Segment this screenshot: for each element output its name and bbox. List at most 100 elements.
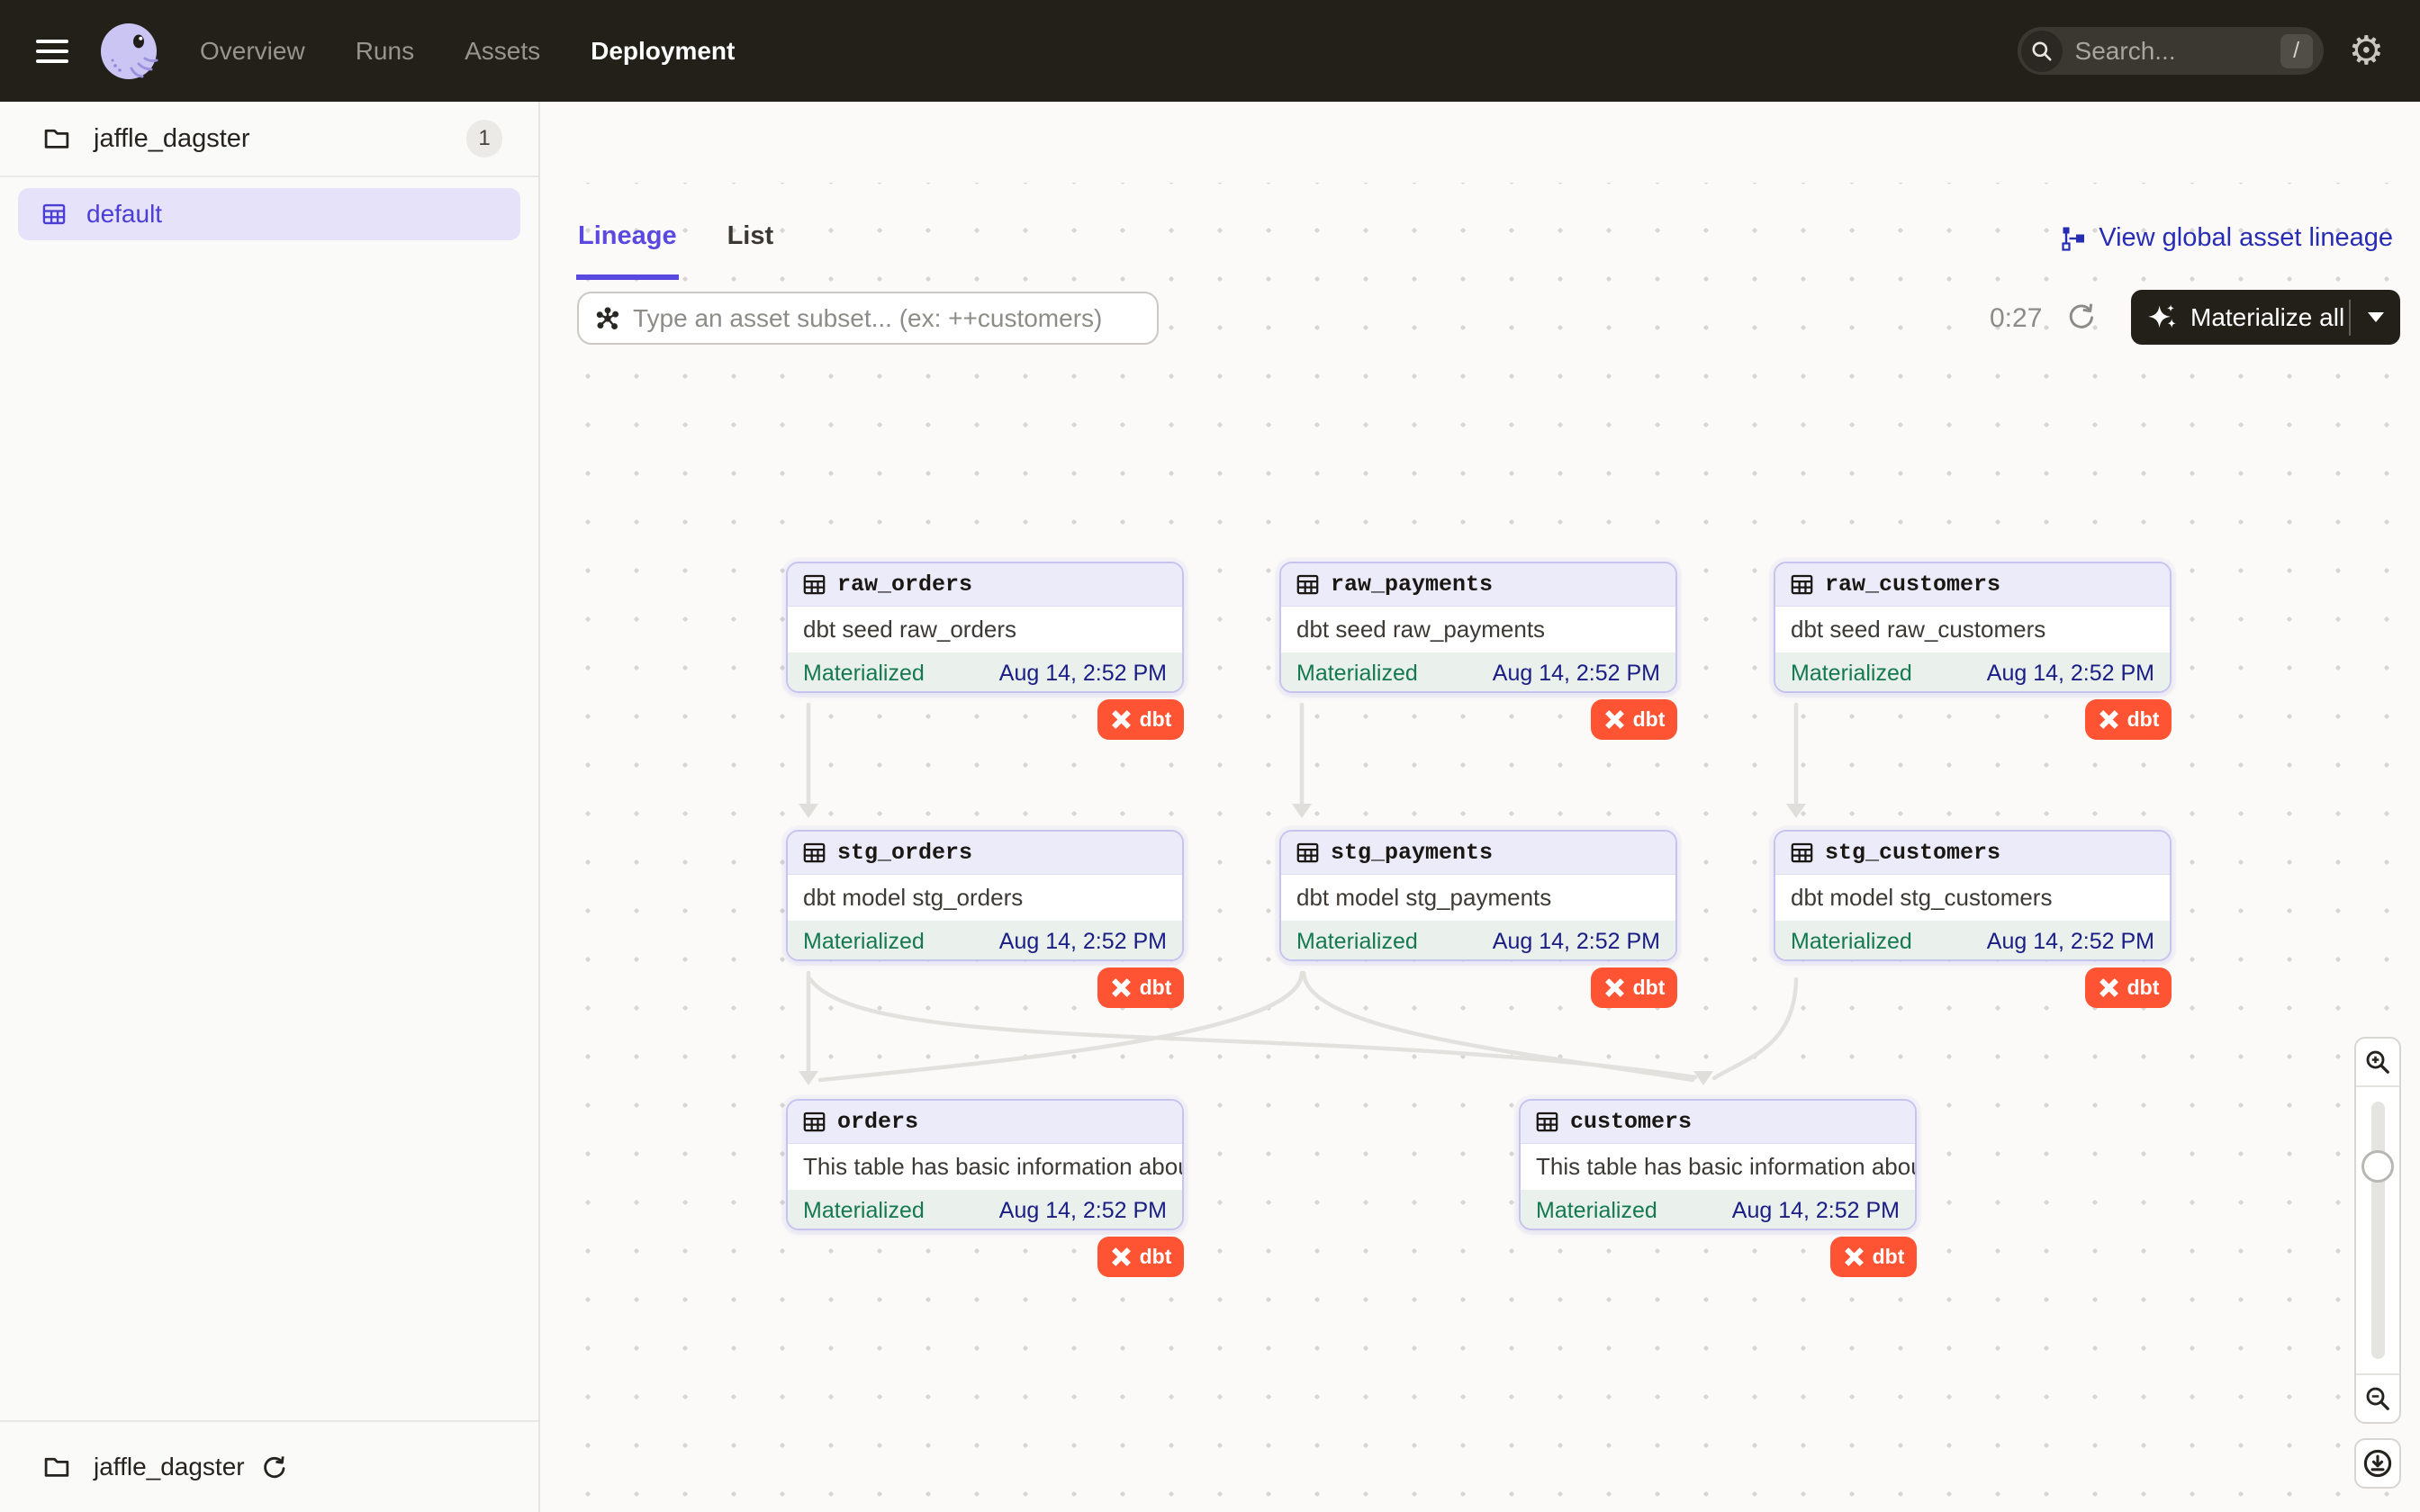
asset-node-header: stg_payments	[1281, 832, 1675, 875]
asset-node-orders[interactable]: orders This table has basic information …	[786, 1099, 1184, 1230]
materialized-timestamp[interactable]: Aug 14, 2:52 PM	[1493, 661, 1660, 687]
table-icon	[802, 572, 826, 597]
asset-name: raw_customers	[1825, 572, 2000, 598]
dbt-badge-label: dbt	[1873, 1245, 1905, 1269]
sidebar: jaffle_dagster 1 default jaffle_dagster	[0, 102, 540, 1512]
dbt-badge-stg_customers[interactable]: dbt	[2085, 968, 2172, 1008]
dbt-badge-raw_orders[interactable]: dbt	[1097, 699, 1184, 740]
sidebar-group-label: jaffle_dagster	[94, 124, 250, 154]
asset-node-header: orders	[788, 1101, 1182, 1144]
asset-node-stg_customers[interactable]: stg_customers dbt model stg_customers Ma…	[1774, 830, 2172, 961]
materialized-timestamp[interactable]: Aug 14, 2:52 PM	[1987, 661, 2154, 687]
sidebar-group-jaffle-dagster[interactable]: jaffle_dagster 1	[0, 102, 538, 177]
dbt-badge-raw_payments[interactable]: dbt	[1591, 699, 1677, 740]
sparkles-icon	[2147, 302, 2178, 333]
sidebar-item-label: default	[86, 200, 162, 229]
sidebar-items: default	[0, 188, 538, 240]
asset-node-footer: Materialized Aug 14, 2:52 PM	[788, 921, 1182, 961]
asset-description: dbt model stg_payments	[1281, 875, 1675, 921]
table-icon	[1535, 1110, 1559, 1134]
asset-name: customers	[1570, 1109, 1692, 1135]
hamburger-menu-icon[interactable]	[36, 33, 76, 69]
gear-icon[interactable]: ⚙	[2349, 32, 2384, 71]
asset-node-raw_customers[interactable]: raw_customers dbt seed raw_customers Mat…	[1774, 562, 2172, 693]
dbt-badge-raw_customers[interactable]: dbt	[2085, 699, 2172, 740]
dagster-logo-icon[interactable]	[99, 22, 158, 81]
table-icon	[1296, 572, 1320, 597]
tab-list[interactable]: List	[726, 216, 776, 280]
dbt-logo-icon	[2098, 976, 2120, 999]
dbt-badge-stg_orders[interactable]: dbt	[1097, 968, 1184, 1008]
materialized-status: Materialized	[803, 929, 925, 955]
asset-subset-input[interactable]	[633, 304, 1141, 333]
zoom-slider-handle[interactable]	[2361, 1150, 2394, 1183]
asset-node-header: stg_customers	[1775, 832, 2170, 875]
dbt-badge-label: dbt	[2127, 707, 2160, 732]
folder-icon	[43, 125, 70, 152]
materialized-timestamp[interactable]: Aug 14, 2:52 PM	[999, 1198, 1167, 1224]
table-icon	[1790, 841, 1814, 865]
dbt-badge-stg_payments[interactable]: dbt	[1591, 968, 1677, 1008]
table-icon	[802, 1110, 826, 1134]
search-icon	[2021, 31, 2063, 72]
materialized-status: Materialized	[1536, 1198, 1657, 1224]
nav-item-deployment[interactable]: Deployment	[591, 37, 735, 66]
view-global-asset-lineage-link[interactable]: View global asset lineage	[2061, 223, 2393, 253]
asset-node-header: customers	[1521, 1101, 1915, 1144]
chevron-down-icon	[2368, 312, 2384, 322]
zoom-slider-track[interactable]	[2371, 1102, 2385, 1359]
nav-right: Search... / ⚙	[2018, 27, 2420, 75]
asset-subset-filter[interactable]	[577, 292, 1159, 345]
table-icon	[1790, 572, 1814, 597]
table-icon	[1296, 841, 1320, 865]
lineage-icon	[2061, 225, 2088, 252]
materialized-timestamp[interactable]: Aug 14, 2:52 PM	[1987, 929, 2154, 955]
materialized-timestamp[interactable]: Aug 14, 2:52 PM	[1493, 929, 1660, 955]
asset-graph-filter-icon	[595, 306, 620, 331]
asset-name: stg_orders	[837, 840, 972, 866]
asset-node-stg_payments[interactable]: stg_payments dbt model stg_payments Mate…	[1279, 830, 1677, 961]
dbt-logo-icon	[1110, 708, 1133, 731]
asset-node-header: raw_payments	[1281, 563, 1675, 607]
dagster-app: Overview Runs Assets Deployment Search... /…	[0, 0, 2420, 1512]
asset-name: stg_payments	[1331, 840, 1493, 866]
materialized-timestamp[interactable]: Aug 14, 2:52 PM	[1732, 1198, 1900, 1224]
tab-lineage[interactable]: Lineage	[576, 216, 679, 280]
asset-node-footer: Materialized Aug 14, 2:52 PM	[1281, 921, 1675, 961]
materialized-timestamp[interactable]: Aug 14, 2:52 PM	[999, 661, 1167, 687]
zoom-controls	[2354, 1037, 2401, 1424]
refresh-icon[interactable]	[261, 1454, 286, 1480]
zoom-out-button[interactable]	[2356, 1375, 2399, 1422]
zoom-slider[interactable]	[2356, 1085, 2399, 1375]
asset-node-customers[interactable]: customers This table has basic informati…	[1519, 1099, 1917, 1230]
dbt-badge-customers[interactable]: dbt	[1830, 1237, 1917, 1277]
asset-node-stg_orders[interactable]: stg_orders dbt model stg_orders Material…	[786, 830, 1184, 961]
asset-node-raw_orders[interactable]: raw_orders dbt seed raw_orders Materiali…	[786, 562, 1184, 693]
nav-item-assets[interactable]: Assets	[465, 37, 540, 66]
materialized-status: Materialized	[1791, 661, 1912, 687]
zoom-in-button[interactable]	[2356, 1039, 2399, 1085]
lineage-canvas[interactable]: raw_orders dbt seed raw_orders Materiali…	[542, 102, 2420, 1512]
folder-icon	[43, 1454, 70, 1480]
asset-description: This table has basic information about .…	[1521, 1144, 1915, 1190]
materialized-status: Materialized	[803, 661, 925, 687]
dbt-logo-icon	[1603, 708, 1626, 731]
refresh-icon[interactable]	[2066, 302, 2095, 330]
asset-description: dbt seed raw_orders	[788, 607, 1182, 652]
search-input[interactable]: Search... /	[2018, 27, 2324, 75]
dbt-logo-icon	[1110, 1246, 1133, 1268]
asset-description: dbt seed raw_payments	[1281, 607, 1675, 652]
download-image-button[interactable]	[2354, 1438, 2401, 1489]
materialized-timestamp[interactable]: Aug 14, 2:52 PM	[999, 929, 1167, 955]
nav-item-runs[interactable]: Runs	[356, 37, 414, 66]
dbt-badge-orders[interactable]: dbt	[1097, 1237, 1184, 1277]
asset-node-raw_payments[interactable]: raw_payments dbt seed raw_payments Mater…	[1279, 562, 1677, 693]
sidebar-item-default[interactable]: default	[18, 188, 520, 240]
nav-items: Overview Runs Assets Deployment	[200, 37, 735, 66]
nav-item-overview[interactable]: Overview	[200, 37, 305, 66]
asset-node-footer: Materialized Aug 14, 2:52 PM	[1281, 652, 1675, 693]
materialize-options-caret[interactable]	[2351, 312, 2400, 322]
materialize-all-button[interactable]: Materialize all	[2131, 290, 2400, 345]
dbt-badge-label: dbt	[1140, 707, 1172, 732]
materialized-status: Materialized	[1791, 929, 1912, 955]
